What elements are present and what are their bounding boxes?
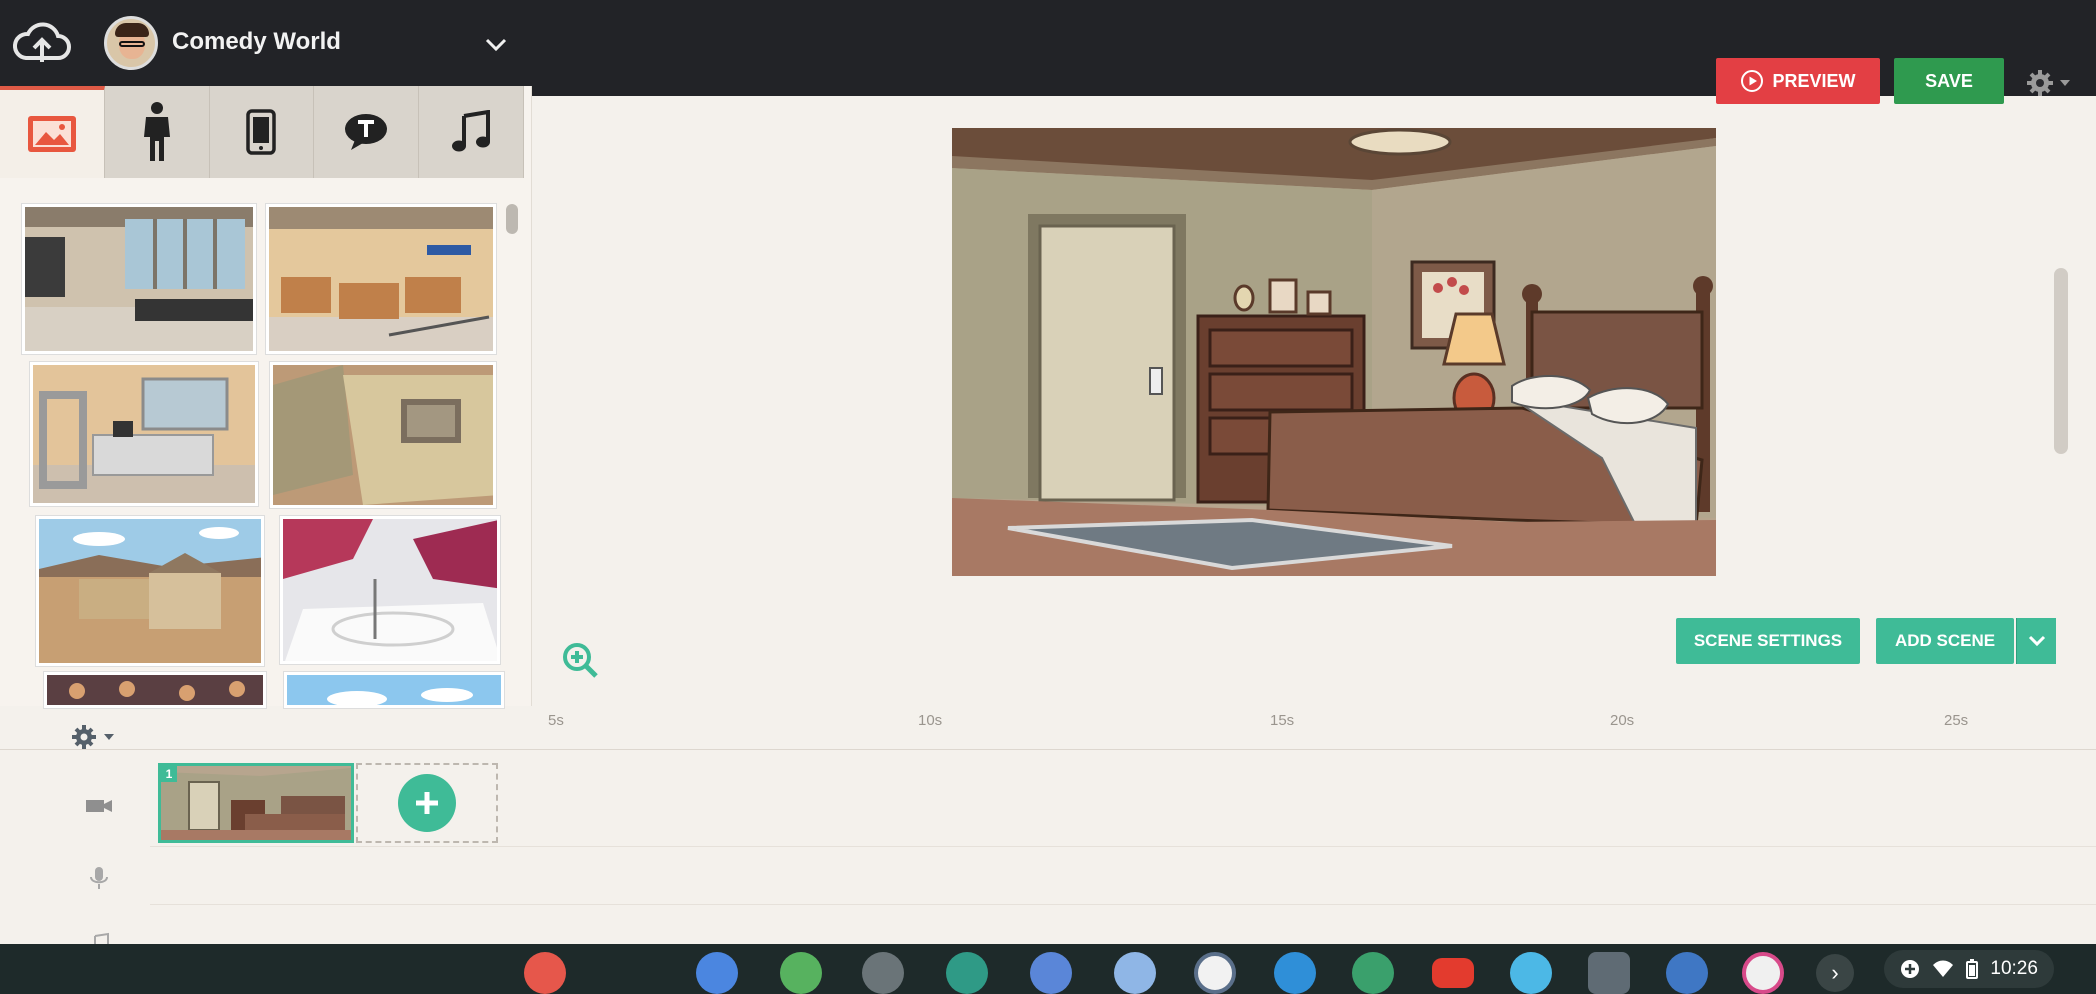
tab-music[interactable] xyxy=(419,86,524,178)
tick-label: 10s xyxy=(918,712,943,729)
status-tray[interactable]: 10:26 xyxy=(1884,950,2054,988)
app-icon-light-blue[interactable] xyxy=(1274,952,1316,994)
background-thumbnail-check-in-counter[interactable] xyxy=(266,204,496,354)
microphone-icon xyxy=(90,867,108,889)
scene-stage[interactable] xyxy=(952,128,1716,576)
app-icon-gray[interactable] xyxy=(862,952,904,994)
track-divider xyxy=(150,904,2096,905)
add-scene-circle-button[interactable] xyxy=(398,774,456,832)
calculator-app-icon[interactable] xyxy=(1588,952,1630,994)
background-thumbnail-stage[interactable] xyxy=(280,516,500,664)
save-button[interactable]: SAVE xyxy=(1894,58,2004,104)
timeline-ruler: 5s 10s 15s 20s 25s xyxy=(0,700,2096,750)
screencast-app-icon[interactable] xyxy=(1742,952,1784,994)
plus-icon xyxy=(416,792,438,814)
add-clip-slot[interactable] xyxy=(356,763,498,843)
project-title[interactable]: Comedy World xyxy=(172,28,341,56)
background-thumbnail-security-check[interactable] xyxy=(30,362,258,506)
speech-bubble-icon xyxy=(345,114,388,150)
app-icon-green[interactable] xyxy=(780,952,822,994)
zoom-in-icon[interactable] xyxy=(560,640,600,680)
cloud-upload-icon[interactable] xyxy=(12,18,72,70)
play-app-icon[interactable] xyxy=(1510,952,1552,994)
top-bar: Comedy World PREVIEW SAVE xyxy=(0,0,2096,104)
clock: 10:26 xyxy=(1990,958,2038,979)
add-scene-dropdown[interactable] xyxy=(2016,618,2056,664)
youtube-app-icon[interactable] xyxy=(1432,958,1474,988)
app-icon-red[interactable] xyxy=(524,952,566,994)
preview-label: PREVIEW xyxy=(1772,70,1856,91)
scene-number-badge: 1 xyxy=(161,766,177,782)
tick-label: 5s xyxy=(548,712,564,729)
background-thumbnail-desert-village[interactable] xyxy=(36,516,264,666)
background-thumbnail-military-tent[interactable] xyxy=(270,362,496,508)
add-scene-button[interactable]: ADD SCENE xyxy=(1876,618,2014,664)
app-icon-teal[interactable] xyxy=(946,952,988,994)
wifi-icon xyxy=(1933,960,1954,977)
battery-icon xyxy=(1966,959,1979,979)
scene-settings-button[interactable]: SCENE SETTINGS xyxy=(1676,618,1860,664)
tab-text[interactable] xyxy=(314,86,420,178)
settings-app-icon[interactable] xyxy=(1030,952,1072,994)
person-icon xyxy=(143,102,170,161)
video-camera-icon xyxy=(86,800,112,812)
tab-backgrounds[interactable] xyxy=(0,86,105,178)
image-icon xyxy=(27,116,76,152)
app-icon-multicolor[interactable] xyxy=(1114,952,1156,994)
bedroom-scene xyxy=(952,128,1716,576)
track-divider xyxy=(150,846,2096,847)
chevron-down-icon[interactable] xyxy=(484,36,508,54)
screen: Comedy World PREVIEW SAVE SCENE SETTINGS… xyxy=(0,0,2096,994)
tab-props[interactable] xyxy=(209,86,315,178)
os-shelf: › 10:26 xyxy=(0,944,2096,994)
meet-app-icon[interactable] xyxy=(1352,952,1394,994)
tick-label: 20s xyxy=(1610,712,1635,729)
timeline-settings-icon[interactable] xyxy=(68,722,122,752)
stage-scrollbar[interactable] xyxy=(2054,268,2068,454)
shelf-expand-button[interactable]: › xyxy=(1816,954,1854,992)
library-scrollbar[interactable] xyxy=(506,204,518,234)
avatar[interactable] xyxy=(104,16,158,70)
tab-characters[interactable] xyxy=(104,86,210,178)
library-tabs xyxy=(0,86,524,178)
gear-icon[interactable] xyxy=(2024,68,2072,98)
phone-icon xyxy=(246,109,277,155)
add-circle-icon xyxy=(1901,960,1920,978)
app-icon-blue[interactable] xyxy=(696,952,738,994)
preview-button[interactable]: PREVIEW xyxy=(1716,58,1880,104)
scene-clip-thumbnail xyxy=(161,766,351,840)
play-circle-icon xyxy=(1741,70,1764,92)
scene-clip[interactable]: 1 xyxy=(158,763,354,843)
paint-app-icon[interactable] xyxy=(1666,952,1708,994)
tick-label: 25s xyxy=(1944,712,1969,729)
tick-label: 15s xyxy=(1270,712,1295,729)
chevron-down-icon xyxy=(2028,635,2045,647)
background-thumbnail-airport-lounge[interactable] xyxy=(22,204,256,354)
music-note-icon xyxy=(452,110,491,152)
launcher-icon[interactable] xyxy=(1194,952,1236,994)
asset-library xyxy=(0,86,532,708)
